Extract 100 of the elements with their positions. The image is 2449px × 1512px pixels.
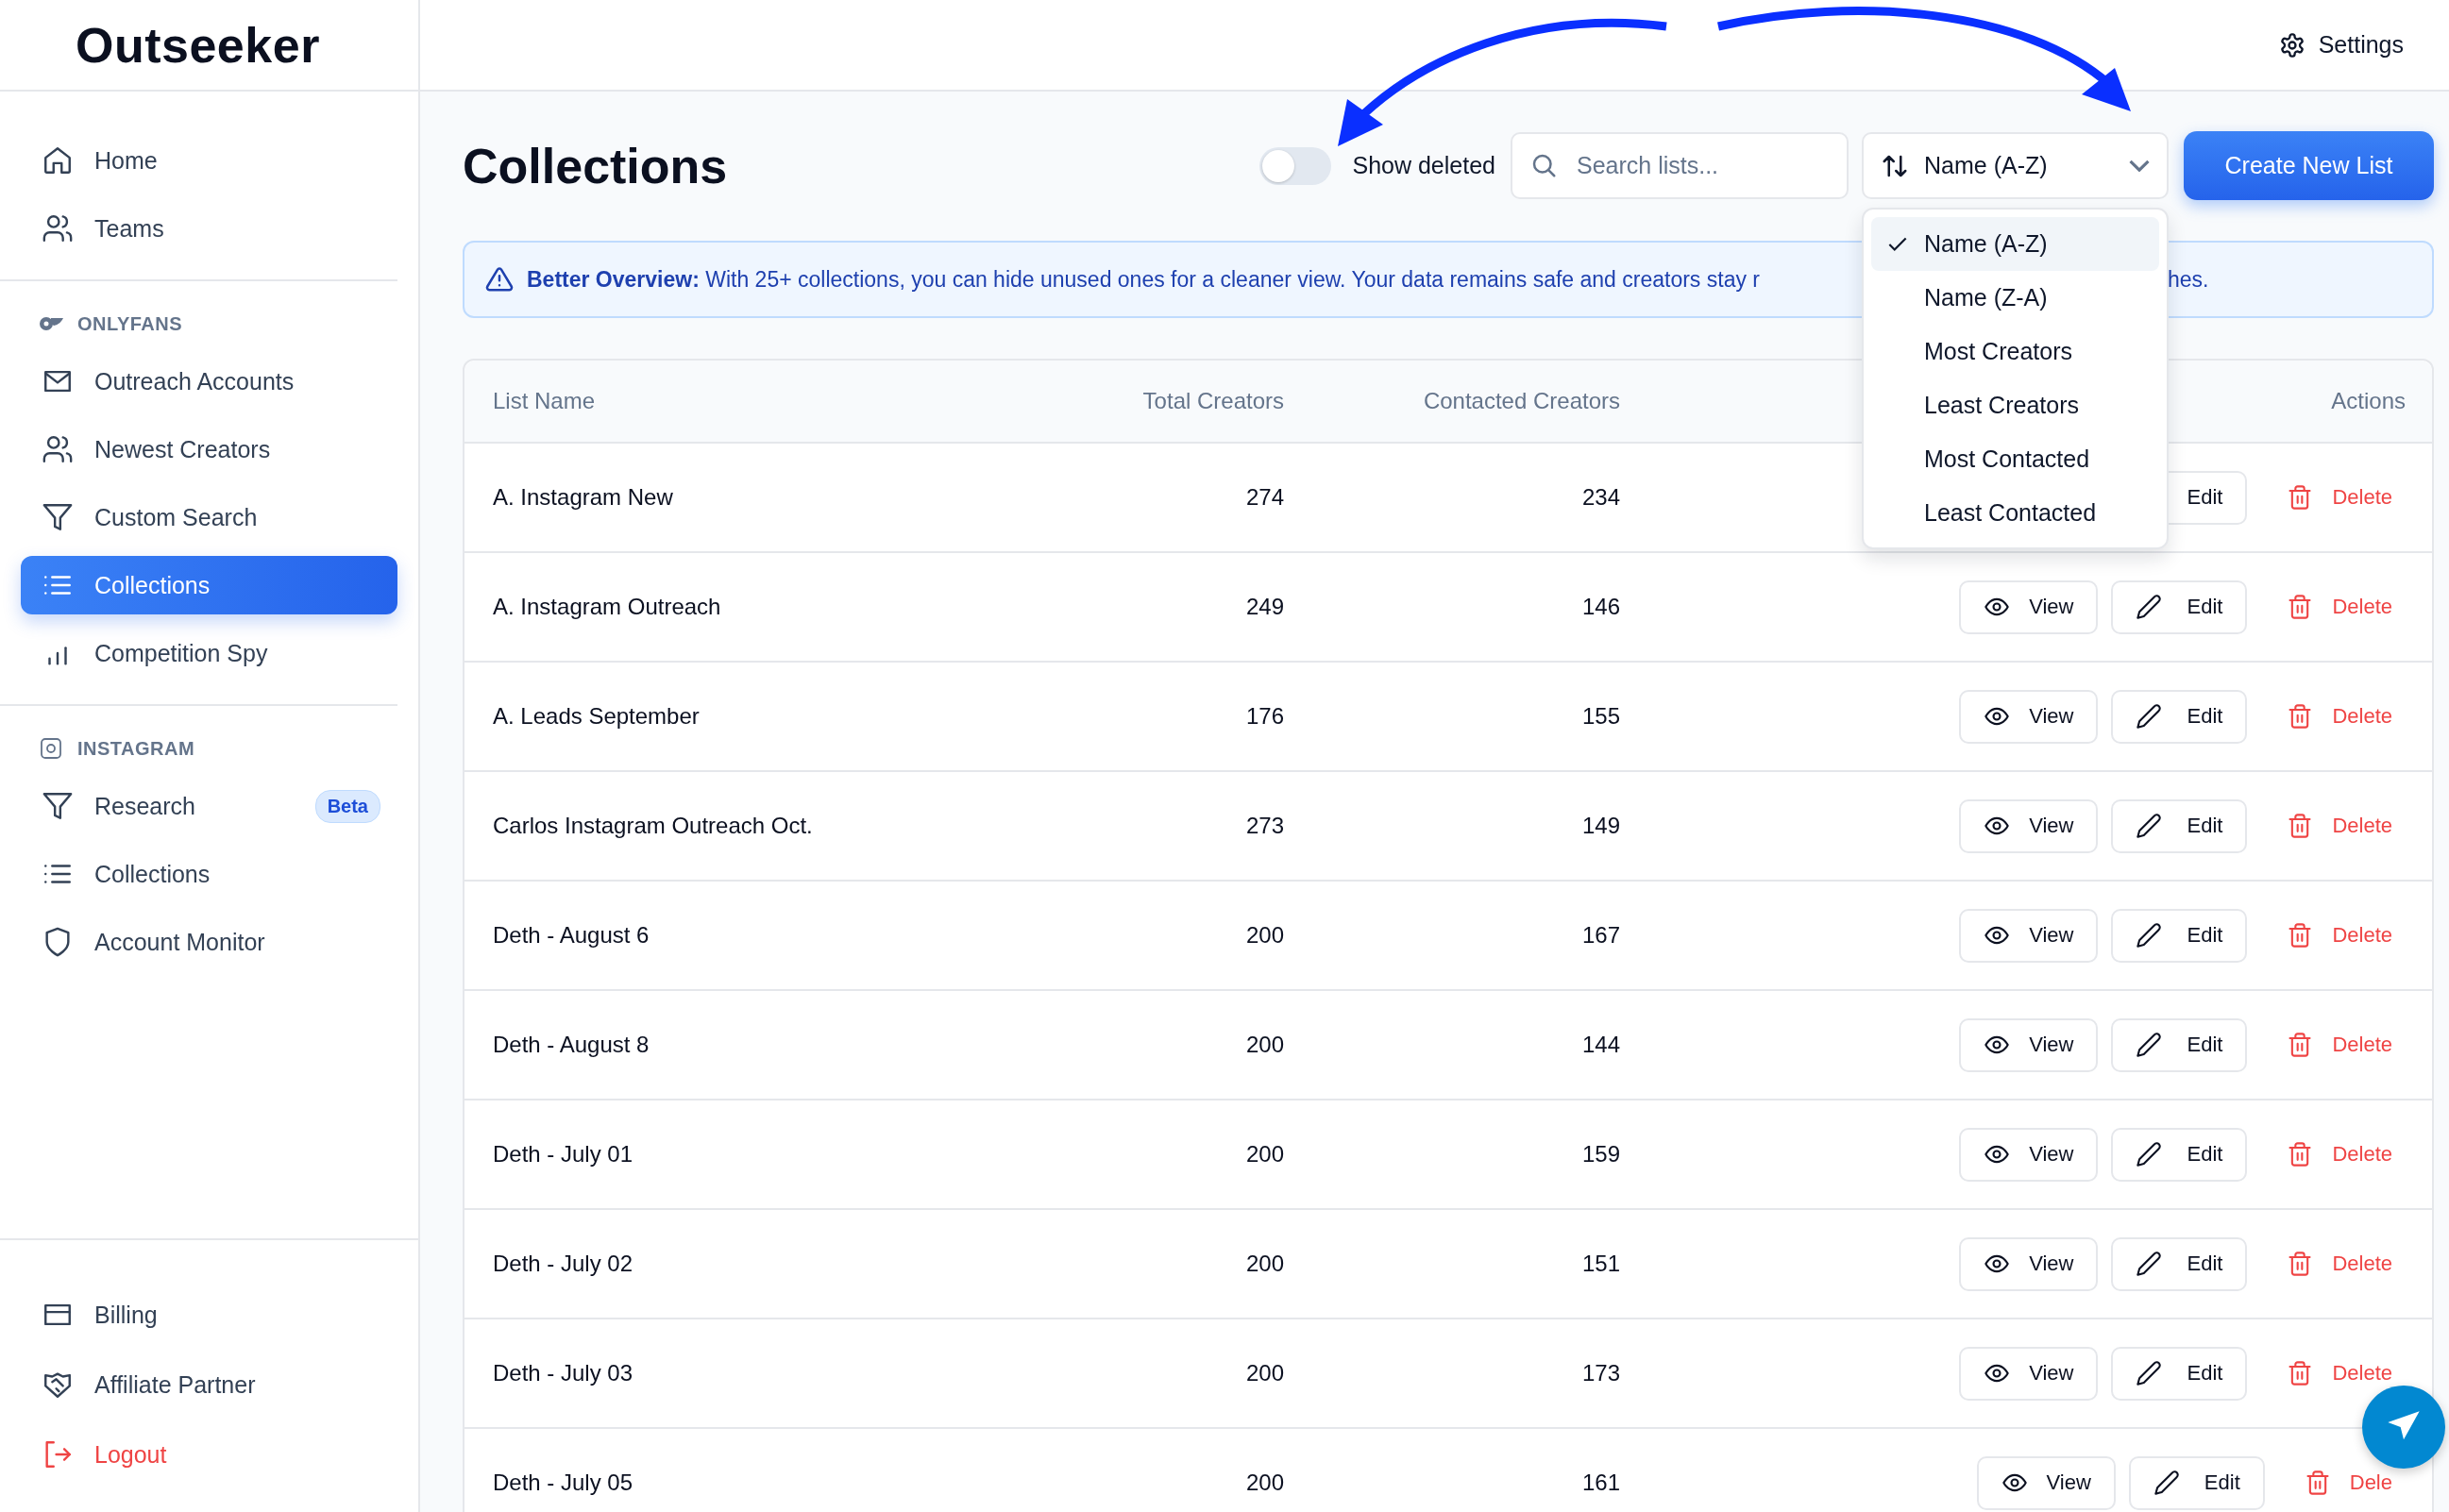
delete-button[interactable]: Delete <box>2273 813 2406 839</box>
settings-icon <box>2278 31 2305 59</box>
nav-item[interactable]: Collections <box>21 556 397 614</box>
table-cell-text: Deth - August 8 <box>493 1032 650 1058</box>
table-cell: 144 <box>1581 1032 1620 1058</box>
table-cell: 155 <box>1581 703 1620 730</box>
edit-button[interactable]: Edit <box>2128 1455 2265 1510</box>
sort-option[interactable]: Most Creators <box>1871 325 2159 378</box>
beta-badge: Beta <box>314 789 380 823</box>
pencil-icon <box>2136 1141 2163 1168</box>
pencil-icon <box>2136 1032 2163 1058</box>
column-header: Total Creators <box>1142 388 1284 414</box>
column-header: Contacted Creators <box>1423 388 1620 414</box>
edit-button[interactable]: Edit <box>2111 1346 2248 1401</box>
table-cell: 200 <box>1245 1470 1284 1496</box>
nav-item[interactable]: Outreach Accounts <box>21 352 397 411</box>
sort-option[interactable]: Least Creators <box>1871 378 2159 432</box>
delete-button[interactable]: Delete <box>2273 922 2406 949</box>
column-header: Actions <box>2331 388 2406 414</box>
view-button[interactable]: View <box>1959 908 2099 963</box>
view-button[interactable]: View <box>1959 1236 2099 1291</box>
table-cell-text: A. Instagram Outreach <box>493 594 722 620</box>
delete-button[interactable]: Delete <box>2273 703 2406 730</box>
table-cell-text: Deth - July 01 <box>493 1141 634 1168</box>
table-cell: 249 <box>1245 594 1284 620</box>
table-cell-text: A. Instagram New <box>493 484 674 511</box>
edit-button[interactable]: Edit <box>2111 1017 2248 1072</box>
view-button[interactable]: View <box>1959 1346 2099 1401</box>
table-cell: 167 <box>1581 922 1620 949</box>
table-cell: 200 <box>1245 1141 1284 1168</box>
nav-item[interactable]: Home <box>21 131 397 190</box>
nav-item[interactable]: Collections <box>21 845 397 903</box>
table-cell: 273 <box>1245 813 1284 839</box>
view-button[interactable]: View <box>1959 580 2099 634</box>
table-cell: 200 <box>1245 922 1284 949</box>
view-button[interactable]: View <box>1959 1127 2099 1182</box>
delete-button[interactable]: Delete <box>2273 1251 2406 1277</box>
edit-button[interactable]: Edit <box>2111 580 2248 634</box>
toggle-label: Show deleted <box>1352 152 1495 179</box>
pencil-icon <box>2136 1251 2163 1277</box>
banner-text: Better Overview: With 25+ collections, you can hide unused ones for a cleaner view. Your data remains safe and creators stay r <box>527 266 1761 293</box>
home-icon <box>42 144 74 176</box>
table-cell: 200 <box>1245 1360 1284 1386</box>
delete-button[interactable]: Dele <box>2290 1470 2406 1496</box>
nav-item[interactable]: Teams <box>21 199 397 258</box>
sort-dropdown[interactable]: Name (A-Z) <box>1862 132 2169 199</box>
search-field[interactable]: Search lists... <box>1511 132 1849 199</box>
table-cell: 173 <box>1581 1360 1620 1386</box>
nav-item[interactable]: Custom Search <box>21 488 397 546</box>
nav-item[interactable]: Logout <box>21 1421 397 1487</box>
edit-button[interactable]: Edit <box>2111 908 2248 963</box>
table-cell-text: Deth - July 03 <box>493 1360 634 1386</box>
delete-button[interactable]: Delete <box>2273 1141 2406 1168</box>
nav-item[interactable]: Affiliate Partner <box>21 1352 397 1418</box>
delete-button[interactable]: Delete <box>2273 594 2406 620</box>
view-button[interactable]: View <box>1959 798 2099 853</box>
delete-button[interactable]: Delete <box>2273 1360 2406 1386</box>
table-cell: 151 <box>1581 1251 1620 1277</box>
delete-button[interactable]: Delete <box>2273 484 2406 511</box>
edit-button[interactable]: Edit <box>2111 1127 2248 1182</box>
table-cell: 159 <box>1581 1141 1620 1168</box>
nav-item[interactable]: Competition Spy <box>21 624 397 682</box>
page-title: Collections <box>463 137 728 194</box>
table-cell-text: Carlos Instagram Outreach Oct. <box>493 813 814 839</box>
table-cell: 274 <box>1245 484 1284 511</box>
users-icon <box>42 433 74 465</box>
view-button[interactable]: View <box>1959 689 2099 744</box>
table-cell: 149 <box>1581 813 1620 839</box>
view-button[interactable]: View <box>1976 1455 2116 1510</box>
table-cell-text: Deth - August 6 <box>493 922 650 949</box>
edit-button[interactable]: Edit <box>2111 1236 2248 1291</box>
table-cell: 161 <box>1581 1470 1620 1496</box>
sort-option[interactable]: Name (A-Z) <box>1871 217 2159 271</box>
table-cell-text: A. Leads September <box>493 703 701 730</box>
table-cell: 176 <box>1245 703 1284 730</box>
column-header: List Name <box>493 388 597 414</box>
filter-icon <box>42 501 74 533</box>
toggle-switch[interactable] <box>1259 146 1332 185</box>
edit-button[interactable]: Edit <box>2111 689 2248 744</box>
create-list-button[interactable]: Create New List <box>2184 131 2434 200</box>
pencil-icon <box>2136 594 2163 620</box>
table-cell: 146 <box>1581 594 1620 620</box>
table-cell: 234 <box>1581 484 1620 511</box>
pencil-icon <box>2153 1470 2180 1496</box>
nav-item[interactable]: Research Beta <box>21 777 397 835</box>
nav-item[interactable]: Account Monitor <box>21 913 397 971</box>
sort-option[interactable]: Name (Z-A) <box>1871 271 2159 325</box>
pencil-icon <box>2136 703 2163 730</box>
users-icon <box>42 212 74 244</box>
pencil-icon <box>2136 1360 2163 1386</box>
section-heading: ONLYFANS <box>77 312 183 335</box>
settings-link[interactable]: Settings <box>2278 31 2404 59</box>
table-cell: 200 <box>1245 1251 1284 1277</box>
banner-text: hes. <box>2168 266 2209 293</box>
view-button[interactable]: View <box>1959 1017 2099 1072</box>
delete-button[interactable]: Delete <box>2273 1032 2406 1058</box>
edit-button[interactable]: Edit <box>2111 798 2248 853</box>
nav-item[interactable]: Newest Creators <box>21 420 397 479</box>
nav-item[interactable]: Billing <box>21 1282 397 1348</box>
table-cell-text: Deth - July 02 <box>493 1251 634 1277</box>
